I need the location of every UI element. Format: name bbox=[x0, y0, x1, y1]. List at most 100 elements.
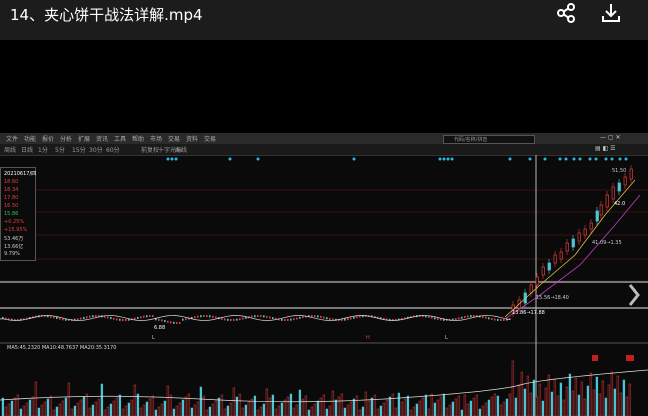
stock-info-panel: 20210617/四 18.60 18.34 17.80 16.50 15.86… bbox=[0, 167, 36, 261]
volume-bar bbox=[133, 384, 137, 416]
volume-bar bbox=[436, 399, 440, 416]
toolbar-item[interactable]: 15分 bbox=[72, 145, 86, 154]
info-row: 13.66亿 bbox=[4, 244, 24, 250]
volume-bar bbox=[100, 383, 104, 416]
video-frame[interactable]: 代码/名称/拼音 — ▢ ✕ 文件 功能 报价 分析 扩展 资讯 工具 帮助 市场 交易 资料 交易 … bbox=[0, 133, 648, 416]
menu-item[interactable]: 功能 bbox=[24, 134, 36, 143]
volume-bar bbox=[391, 393, 395, 416]
toolbar-item[interactable]: 60分 bbox=[106, 145, 120, 154]
menu-item[interactable]: 报价 bbox=[42, 134, 54, 143]
candle bbox=[547, 262, 551, 271]
event-dot bbox=[543, 157, 547, 161]
volume-bar bbox=[433, 402, 437, 416]
candle bbox=[152, 315, 154, 318]
menu-item[interactable]: 帮助 bbox=[132, 134, 144, 143]
candle bbox=[535, 276, 539, 286]
candle bbox=[485, 316, 487, 319]
volume-bar bbox=[481, 405, 485, 416]
volume-bar bbox=[169, 394, 173, 416]
menu-item[interactable]: 文件 bbox=[6, 134, 18, 143]
volume-bar bbox=[223, 408, 227, 416]
toolbar-item[interactable]: 日线 bbox=[21, 145, 33, 154]
candle bbox=[134, 317, 136, 320]
download-icon[interactable] bbox=[600, 2, 622, 24]
volume-bar bbox=[313, 403, 317, 416]
volume-bar bbox=[94, 401, 98, 416]
volume-bar bbox=[130, 399, 134, 416]
volume-bar bbox=[574, 377, 578, 416]
stock-search-input[interactable]: 代码/名称/拼音 bbox=[443, 135, 535, 144]
menu-item[interactable]: 交易 bbox=[204, 134, 216, 143]
volume-bar bbox=[322, 394, 326, 416]
candle bbox=[455, 318, 457, 321]
candle bbox=[272, 317, 274, 320]
cursor-price-label: 13.86→17.88 bbox=[512, 310, 545, 316]
volume-bar bbox=[613, 388, 617, 416]
share-icon[interactable] bbox=[555, 2, 577, 24]
candle bbox=[164, 320, 166, 323]
candle bbox=[122, 318, 124, 321]
volume-bar bbox=[586, 385, 590, 416]
toolbar-item[interactable]: 画线 bbox=[175, 145, 187, 154]
event-dot bbox=[588, 157, 592, 161]
toolbar-item[interactable]: 1分 bbox=[38, 145, 48, 154]
volume-bar bbox=[454, 398, 458, 416]
volume-bar bbox=[271, 394, 275, 416]
mid-price-label: 41.09→1.35 bbox=[592, 240, 622, 246]
volume-bar bbox=[598, 393, 602, 416]
axis-label-low: L bbox=[445, 335, 448, 341]
menu-item[interactable]: 资料 bbox=[186, 134, 198, 143]
info-row: 9.79% bbox=[4, 251, 20, 257]
trading-app-menubar: 代码/名称/拼音 — ▢ ✕ 文件 功能 报价 分析 扩展 资讯 工具 帮助 市场 交易 资料 交易 bbox=[0, 133, 648, 144]
candle bbox=[577, 232, 581, 242]
next-chevron-icon[interactable] bbox=[627, 283, 641, 307]
volume-bar bbox=[127, 402, 131, 416]
volume-bar bbox=[493, 393, 497, 416]
menu-item[interactable]: 工具 bbox=[114, 134, 126, 143]
menu-item[interactable]: 交易 bbox=[168, 134, 180, 143]
volume-bar bbox=[67, 382, 71, 416]
volume-bar bbox=[304, 395, 308, 416]
volume-bar bbox=[610, 371, 614, 416]
candle bbox=[461, 316, 463, 319]
event-dot bbox=[618, 157, 622, 161]
volume-bar bbox=[268, 397, 272, 416]
volume-bar bbox=[241, 407, 245, 416]
peak-price-label: 51.50 bbox=[612, 168, 627, 174]
candlestick-chart bbox=[0, 155, 648, 416]
candle bbox=[629, 168, 633, 180]
candle bbox=[488, 317, 490, 320]
menu-item[interactable]: 扩展 bbox=[78, 134, 90, 143]
lower-price-label: 15.56→18.40 bbox=[536, 295, 569, 301]
toolbar-item[interactable]: 30分 bbox=[89, 145, 103, 154]
info-row: +0.25% bbox=[4, 219, 25, 225]
toolbar-item[interactable]: 5分 bbox=[55, 145, 65, 154]
candle bbox=[494, 318, 496, 321]
volume-bar bbox=[121, 408, 125, 416]
volume-bar bbox=[64, 397, 68, 416]
volume-bar bbox=[580, 381, 584, 416]
volume-bar bbox=[184, 396, 188, 416]
menu-item[interactable]: 分析 bbox=[60, 134, 72, 143]
volume-bar bbox=[193, 404, 197, 416]
volume-bar bbox=[238, 393, 242, 416]
toolbar-item[interactable]: 周线 bbox=[4, 145, 16, 154]
candle bbox=[281, 318, 283, 321]
volume-bar bbox=[535, 396, 539, 416]
candle bbox=[431, 316, 433, 319]
menu-item[interactable]: 资讯 bbox=[96, 134, 108, 143]
volume-bar bbox=[103, 409, 107, 416]
event-dot bbox=[558, 157, 562, 161]
event-dot bbox=[604, 157, 608, 161]
volume-bar bbox=[319, 397, 323, 416]
volume-bar bbox=[622, 379, 626, 416]
candle bbox=[116, 318, 118, 321]
candle bbox=[623, 176, 627, 186]
volume-bar bbox=[163, 400, 167, 416]
volume-bar bbox=[373, 394, 377, 416]
menu-item[interactable]: 市场 bbox=[150, 134, 162, 143]
candle bbox=[224, 318, 226, 321]
event-dot bbox=[174, 157, 178, 161]
candle bbox=[571, 238, 575, 248]
toolbar-item[interactable]: 前复权 bbox=[141, 145, 159, 154]
